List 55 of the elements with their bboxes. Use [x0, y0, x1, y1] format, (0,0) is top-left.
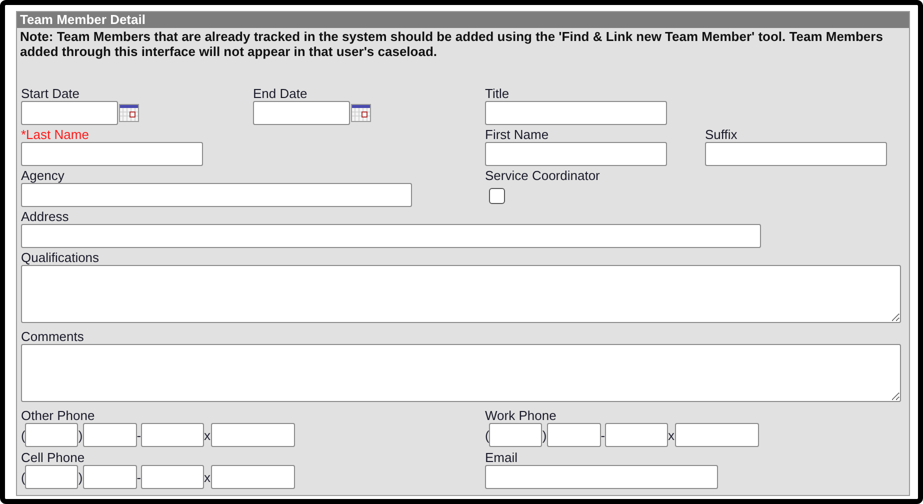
text-field[interactable]: [485, 101, 667, 125]
text-field[interactable]: [21, 183, 412, 207]
field-label: Work Phone: [485, 408, 556, 423]
phone-field[interactable]: [25, 465, 78, 489]
phone-field[interactable]: [210, 465, 295, 489]
phone-field[interactable]: [210, 423, 295, 447]
note-text: Note: Team Members that are already tracked in the system should be added using the 'Find & Link new Team Member' tool. Team Members added through this interface will not appear in that user's caseload.: [19, 28, 884, 59]
field-label: Cell Phone: [21, 450, 85, 465]
phone-field[interactable]: [674, 423, 759, 447]
separator-text: (: [21, 470, 26, 484]
separator-text: x: [204, 470, 211, 484]
field-label: Service Coordinator: [485, 168, 600, 183]
calendar-icon[interactable]: [351, 104, 371, 122]
field-label: End Date: [253, 86, 308, 101]
phone-field[interactable]: [546, 423, 601, 447]
phone-field[interactable]: [82, 465, 137, 489]
panel-title: Team Member Detail: [17, 12, 909, 28]
field-label: Qualifications: [21, 250, 100, 265]
field-label: Address: [21, 209, 69, 224]
phone-field[interactable]: [489, 423, 542, 447]
phone-field[interactable]: [25, 423, 78, 447]
field-label: *Last Name: [21, 127, 89, 142]
calendar-icon[interactable]: [119, 104, 139, 122]
separator-text: ): [542, 428, 547, 442]
phone-field[interactable]: [141, 423, 204, 447]
field-label: Email: [485, 450, 518, 465]
email-field[interactable]: [485, 465, 718, 489]
text-field[interactable]: [21, 142, 203, 166]
separator-text: -: [136, 470, 142, 484]
phone-field[interactable]: [141, 465, 204, 489]
field-label: Other Phone: [21, 408, 95, 423]
separator-text: -: [600, 428, 606, 442]
separator-text: ): [78, 470, 83, 484]
separator-text: x: [204, 428, 211, 442]
separator-text: x: [668, 428, 675, 442]
text-field[interactable]: [485, 142, 667, 166]
separator-text: ): [78, 428, 83, 442]
text-area[interactable]: [21, 265, 901, 323]
phone-field[interactable]: [605, 423, 668, 447]
date-field[interactable]: [253, 101, 350, 125]
field-label: Start Date: [21, 86, 80, 101]
field-label: Title: [485, 86, 510, 101]
phone-field[interactable]: [82, 423, 137, 447]
separator-text: (: [21, 428, 26, 442]
text-field[interactable]: [705, 142, 887, 166]
field-label: Suffix: [705, 127, 738, 142]
field-label: First Name: [485, 127, 549, 142]
text-area[interactable]: [21, 344, 901, 402]
text-field[interactable]: [21, 224, 761, 248]
separator-text: -: [136, 428, 142, 442]
date-field[interactable]: [21, 101, 118, 125]
field-label: Comments: [21, 329, 84, 344]
separator-text: (: [485, 428, 490, 442]
field-label: Agency: [21, 168, 64, 183]
checkbox[interactable]: [489, 188, 505, 204]
